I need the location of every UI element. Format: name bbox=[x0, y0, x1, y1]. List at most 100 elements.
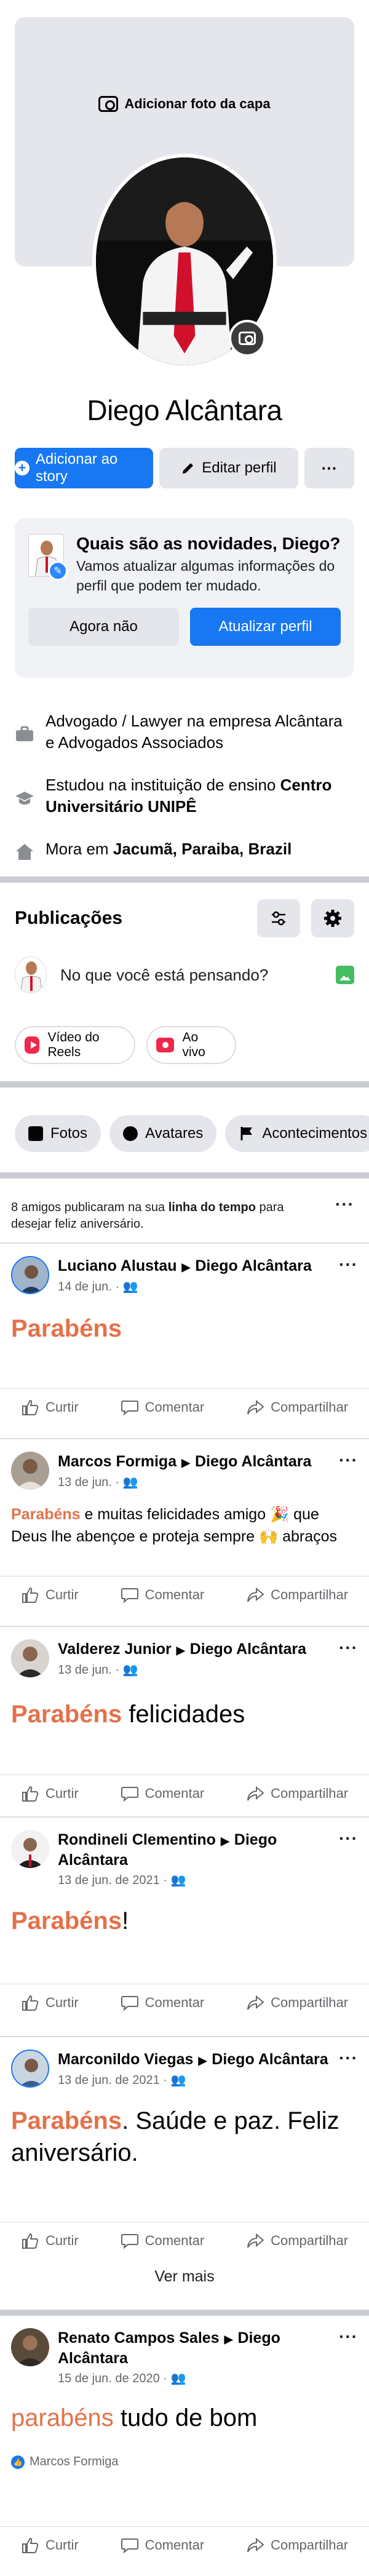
profile-update-card: ✎ Quais são as novidades, Diego? Vamos a… bbox=[15, 518, 354, 678]
divider bbox=[0, 2310, 369, 2316]
work-text: Advogado / Lawyer na empresa Alcântara e… bbox=[46, 712, 343, 752]
post-more-icon[interactable]: ··· bbox=[339, 2328, 358, 2345]
add-story-label: Adicionar ao story bbox=[35, 451, 118, 485]
edit-profile-button[interactable]: Editar perfil bbox=[159, 448, 299, 488]
post-more-icon[interactable]: ··· bbox=[339, 1452, 358, 1469]
post-actions: Curtir Comentar Compartilhar bbox=[0, 1388, 369, 1425]
not-now-button[interactable]: Agora não bbox=[28, 608, 179, 646]
share-button[interactable]: Compartilhar bbox=[246, 1399, 348, 1416]
share-button[interactable]: Compartilhar bbox=[246, 2537, 348, 2554]
post-target[interactable]: Diego Alcântara bbox=[212, 2051, 328, 2068]
post-date[interactable]: 13 de jun. de 2021 bbox=[58, 1874, 160, 1887]
thumbs-up-icon bbox=[22, 1995, 39, 2011]
post-target[interactable]: Diego Alcântara bbox=[195, 1453, 311, 1470]
comment-button[interactable]: Comentar bbox=[121, 1586, 205, 1604]
filter-button[interactable] bbox=[257, 899, 300, 937]
post-composer[interactable]: No que você está pensando? bbox=[15, 956, 354, 993]
avatar[interactable] bbox=[11, 1452, 49, 1490]
post-author[interactable]: Luciano Alustau bbox=[58, 1257, 177, 1274]
post: Marconildo Viegas ▶ Diego Alcântara 13 de … bbox=[0, 2036, 369, 2251]
post-date[interactable]: 13 de jun. bbox=[58, 1663, 112, 1677]
share-label: Compartilhar bbox=[271, 2232, 349, 2248]
comment-button[interactable]: Comentar bbox=[121, 1785, 204, 1802]
post-more-icon[interactable]: ··· bbox=[339, 1256, 358, 1273]
post-author[interactable]: Marconildo Viegas bbox=[58, 2051, 193, 2068]
avatar[interactable] bbox=[11, 2049, 49, 2088]
post-more-icon[interactable]: ··· bbox=[339, 2049, 358, 2067]
post-date[interactable]: 14 de jun. bbox=[58, 1280, 112, 1294]
composer-placeholder[interactable]: No que você está pensando? bbox=[60, 966, 322, 985]
settings-button[interactable] bbox=[311, 899, 354, 937]
more-icon[interactable]: ··· bbox=[335, 1196, 354, 1233]
sliders-icon bbox=[272, 911, 285, 926]
post-actions: Curtir Comentar Compartilhar bbox=[0, 2222, 369, 2259]
post-actions: Curtir Comentar Compartilhar bbox=[0, 1775, 369, 1811]
post-date[interactable]: 13 de jun. bbox=[58, 1476, 112, 1489]
like-button[interactable]: Curtir bbox=[21, 1399, 79, 1416]
like-button[interactable]: Curtir bbox=[21, 1785, 79, 1802]
post-author[interactable]: Marcos Formiga bbox=[58, 1453, 177, 1470]
post-date[interactable]: 15 de jun. de 2020 bbox=[58, 2372, 160, 2385]
filter-avatars[interactable]: Avatares bbox=[109, 1115, 217, 1152]
arrow-right-icon: ▶ bbox=[224, 2333, 233, 2345]
reels-button[interactable]: Vídeo do Reels bbox=[15, 1026, 135, 1064]
add-cover-button[interactable]: Adicionar foto da capa bbox=[15, 96, 354, 112]
comment-label: Comentar bbox=[145, 1586, 205, 1602]
add-story-button[interactable]: + Adicionar ao story bbox=[15, 448, 153, 488]
post-highlight: Parabéns bbox=[11, 1506, 81, 1523]
like-button[interactable]: Curtir bbox=[21, 2232, 79, 2249]
post-author[interactable]: Valderez Junior bbox=[58, 1640, 172, 1658]
filter-photos[interactable]: Fotos bbox=[15, 1115, 101, 1152]
avatar[interactable] bbox=[11, 2328, 49, 2366]
post-more-icon[interactable]: ··· bbox=[339, 1639, 358, 1656]
post-date[interactable]: 13 de jun. de 2021 bbox=[58, 2073, 160, 2087]
share-button[interactable]: Compartilhar bbox=[246, 1785, 348, 1802]
avatar[interactable] bbox=[11, 1639, 49, 1677]
comment-button[interactable]: Comentar bbox=[121, 1399, 204, 1416]
see-more-link[interactable]: Ver mais bbox=[0, 2268, 369, 2286]
update-profile-button[interactable]: Atualizar perfil bbox=[190, 608, 341, 646]
thumbs-up-icon bbox=[22, 1399, 39, 1415]
comment-icon bbox=[121, 1786, 138, 1802]
comment-button[interactable]: Comentar bbox=[121, 2537, 204, 2554]
post-text: tudo de bom bbox=[113, 2404, 258, 2431]
like-button[interactable]: Curtir bbox=[21, 2537, 79, 2554]
filter-label: Acontecimentos bbox=[262, 1125, 368, 1142]
friends-icon: 👥 bbox=[122, 1663, 138, 1677]
comment-button[interactable]: Comentar bbox=[121, 2232, 205, 2249]
camera-icon bbox=[239, 332, 256, 345]
like-label: Curtir bbox=[45, 2537, 79, 2553]
post: Rondineli Clementino ▶ Diego Alcântara 13 … bbox=[0, 1816, 369, 2029]
live-button[interactable]: Ao vivo bbox=[146, 1026, 236, 1064]
post-text: felicidades bbox=[122, 1701, 245, 1728]
avatar[interactable] bbox=[11, 1830, 49, 1868]
comment-button[interactable]: Comentar bbox=[121, 1994, 204, 2011]
post-highlight: Parabéns bbox=[11, 1315, 122, 1342]
more-options-button[interactable]: ··· bbox=[304, 448, 354, 488]
birthday-timeline-link[interactable]: linha do tempo bbox=[169, 1201, 256, 1214]
reactions-summary[interactable]: 👍 Marcos Formiga bbox=[0, 2455, 369, 2469]
comment-label: Comentar bbox=[145, 2232, 205, 2248]
share-button[interactable]: Compartilhar bbox=[246, 1586, 348, 1604]
comment-icon bbox=[121, 1588, 138, 1604]
avatar[interactable] bbox=[11, 1256, 49, 1294]
share-icon bbox=[247, 1587, 264, 1602]
post-target[interactable]: Diego Alcântara bbox=[195, 1257, 311, 1274]
post-target[interactable]: Diego Alcântara bbox=[190, 1640, 306, 1658]
home-location[interactable]: Jacumã, Paraiba, Brazil bbox=[113, 840, 292, 858]
like-button[interactable]: Curtir bbox=[21, 1994, 79, 2011]
add-cover-label: Adicionar foto da capa bbox=[124, 96, 271, 111]
filter-events[interactable]: Acontecimentos bbox=[225, 1115, 369, 1152]
share-button[interactable]: Compartilhar bbox=[246, 2232, 348, 2249]
change-photo-button[interactable] bbox=[229, 320, 266, 357]
post-more-icon[interactable]: ··· bbox=[339, 1830, 358, 1847]
post-author[interactable]: Renato Campos Sales bbox=[58, 2329, 220, 2347]
post-author[interactable]: Rondineli Clementino bbox=[58, 1831, 216, 1848]
share-button[interactable]: Compartilhar bbox=[246, 1994, 348, 2011]
reactor-name: Marcos Formiga bbox=[30, 2455, 119, 2468]
update-card-title: Quais são as novidades, Diego? bbox=[76, 534, 341, 553]
like-button[interactable]: Curtir bbox=[21, 1586, 79, 1604]
comment-icon bbox=[121, 1400, 138, 1416]
post-highlight: Parabéns bbox=[11, 1701, 122, 1728]
photo-icon[interactable] bbox=[336, 966, 354, 984]
